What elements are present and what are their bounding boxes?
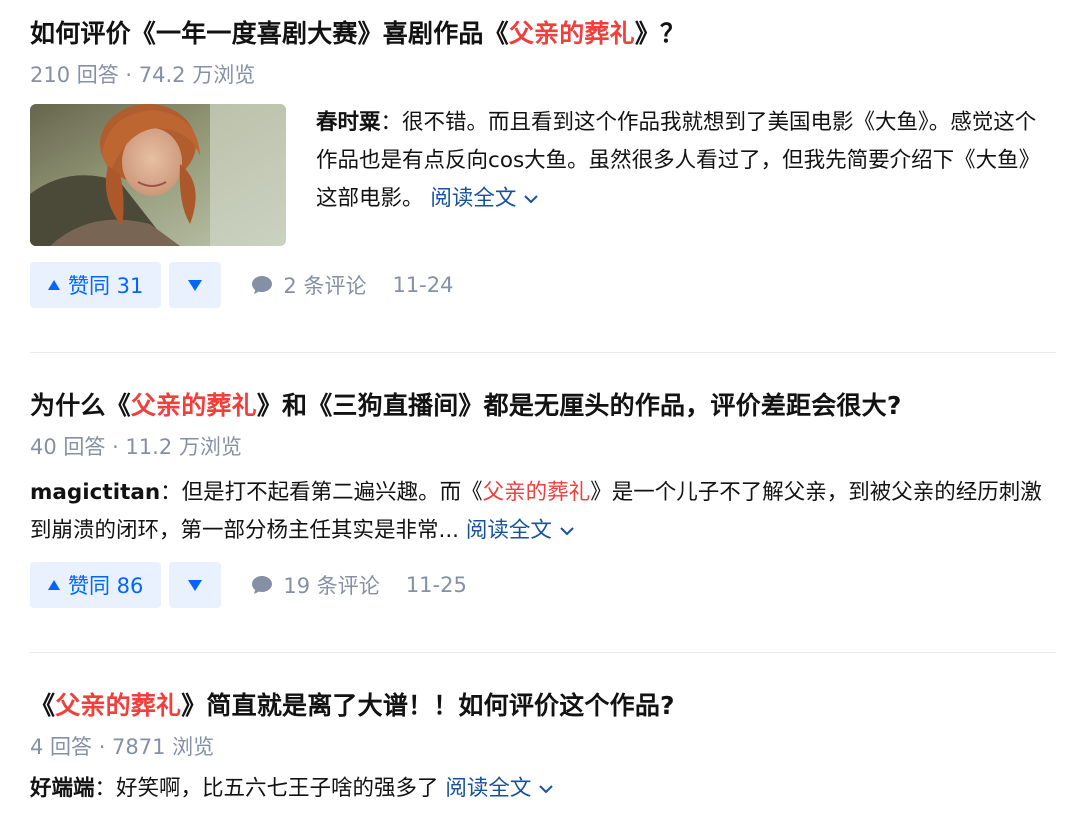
read-more-link[interactable]: 阅读全文 [466, 518, 574, 543]
read-more-label: 阅读全文 [445, 776, 532, 801]
divider [30, 352, 1056, 353]
upvote-label: 赞同 86 [68, 574, 144, 598]
title-text: 为什么《 [30, 391, 131, 420]
excerpt-text: ：好笑啊，比五六七王子啥的强多了 [94, 776, 439, 801]
excerpt-text: ：但是打不起看第二遍兴趣。而《 [160, 480, 483, 505]
answer-thumbnail[interactable] [30, 104, 286, 246]
question-title[interactable]: 如何评价《一年一度喜剧大赛》喜剧作品《父亲的葬礼》？ [30, 14, 1056, 54]
triangle-up-icon [48, 280, 60, 290]
downvote-button[interactable] [169, 262, 222, 308]
comment-count: 19 条评论 [283, 574, 380, 598]
chevron-down-icon [539, 785, 554, 794]
excerpt-text: ：很不错。而且看到这个作品我就想到了美国电影《大鱼》。感觉这个作品也是有点反向c… [316, 110, 1041, 211]
speech-bubble-icon [252, 576, 273, 594]
upvote-button[interactable]: 赞同 31 [30, 262, 162, 308]
answer-author[interactable]: magictitan [30, 480, 160, 505]
title-highlight: 父亲的葬礼 [55, 691, 182, 720]
title-text: 如何评价《一年一度喜剧大赛》喜剧作品《 [30, 19, 509, 48]
comments-button[interactable]: 19 条评论 [251, 570, 380, 600]
answer-excerpt[interactable]: 春时粟：很不错。而且看到这个作品我就想到了美国电影《大鱼》。感觉这个作品也是有点… [316, 104, 1056, 246]
question-feed: 如何评价《一年一度喜剧大赛》喜剧作品《父亲的葬礼》？ 210 回答 · 74.2… [0, 0, 1080, 825]
title-text: 》简直就是离了大谱！！如何评价这个作品? [181, 691, 675, 720]
title-text: 》？ [634, 19, 686, 48]
thumbnail-image [30, 104, 286, 246]
triangle-down-icon [188, 579, 203, 591]
answer-excerpt[interactable]: magictitan：但是打不起看第二遍兴趣。而《父亲的葬礼》是一个儿子不了解父… [30, 474, 1056, 550]
question-title[interactable]: 为什么《父亲的葬礼》和《三狗直播间》都是无厘头的作品，评价差距会很大? [30, 386, 1056, 426]
post-date: 11-24 [392, 273, 454, 297]
title-text: 《 [30, 691, 56, 720]
title-highlight: 父亲的葬礼 [508, 19, 635, 48]
read-more-label: 阅读全文 [465, 518, 552, 543]
title-highlight: 父亲的葬礼 [130, 391, 257, 420]
upvote-button[interactable]: 赞同 86 [30, 562, 162, 608]
downvote-button[interactable] [169, 562, 222, 608]
answer-view-count: 40 回答 · 11.2 万浏览 [30, 435, 242, 459]
triangle-up-icon [48, 580, 60, 590]
read-more-link[interactable]: 阅读全文 [445, 776, 554, 801]
feed-card: 《父亲的葬礼》简直就是离了大谱！！如何评价这个作品? 4 回答 · 7871 浏… [30, 686, 1056, 808]
chevron-down-icon [524, 195, 539, 204]
read-more-link[interactable]: 阅读全文 [430, 186, 539, 211]
speech-bubble-icon [252, 276, 273, 294]
action-bar: 赞同 86 19 条评论 11-25 [30, 562, 1056, 608]
title-text: 》和《三狗直播间》都是无厘头的作品，评价差距会很大? [256, 391, 902, 420]
triangle-down-icon [188, 279, 203, 291]
chevron-down-icon [560, 527, 574, 536]
upvote-label: 赞同 31 [68, 274, 144, 298]
question-title[interactable]: 《父亲的葬礼》简直就是离了大谱！！如何评价这个作品? [30, 686, 1056, 726]
feed-card: 如何评价《一年一度喜剧大赛》喜剧作品《父亲的葬礼》？ 210 回答 · 74.2… [30, 14, 1056, 308]
action-bar: 赞同 31 2 条评论 11-24 [30, 262, 1056, 308]
post-date: 11-25 [405, 573, 467, 597]
answer-excerpt[interactable]: 好端端：好笑啊，比五六七王子啥的强多了 阅读全文 [30, 770, 1056, 808]
comment-count: 2 条评论 [283, 274, 367, 298]
comments-button[interactable]: 2 条评论 [251, 270, 366, 300]
divider [30, 652, 1056, 653]
answer-view-count: 210 回答 · 74.2 万浏览 [30, 63, 256, 87]
excerpt-highlight: 父亲的葬礼 [482, 480, 591, 505]
answer-author[interactable]: 好端端 [30, 776, 95, 801]
read-more-label: 阅读全文 [430, 186, 517, 211]
answer-author[interactable]: 春时粟 [316, 110, 381, 135]
answer-view-count: 4 回答 · 7871 浏览 [30, 735, 215, 759]
feed-card: 为什么《父亲的葬礼》和《三狗直播间》都是无厘头的作品，评价差距会很大? 40 回… [30, 386, 1056, 608]
